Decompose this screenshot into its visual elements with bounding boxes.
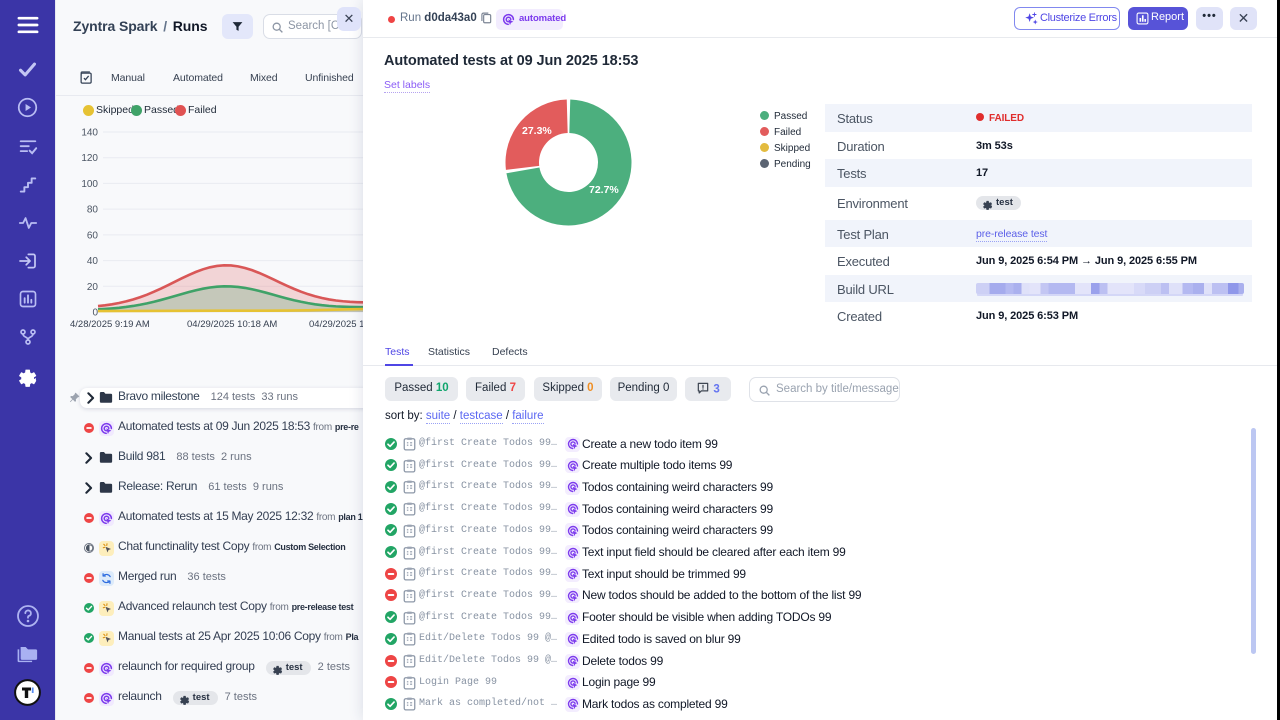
svg-text:04/29/2025 10:18 AM: 04/29/2025 10:18 AM [187, 319, 277, 330]
svg-text:4/28/2025 9:19 AM: 4/28/2025 9:19 AM [70, 319, 150, 330]
svg-text:0: 0 [92, 308, 98, 319]
svg-text:140: 140 [81, 128, 98, 139]
svg-text:120: 120 [81, 153, 98, 164]
svg-text:60: 60 [87, 230, 99, 241]
svg-text:72.7%: 72.7% [589, 184, 619, 196]
svg-text:04/29/2025 10: 04/29/2025 10 [309, 319, 363, 330]
svg-text:40: 40 [87, 256, 99, 267]
svg-text:20: 20 [87, 282, 99, 293]
svg-text:80: 80 [87, 205, 99, 216]
svg-text:100: 100 [81, 179, 98, 190]
svg-text:27.3%: 27.3% [522, 125, 552, 137]
